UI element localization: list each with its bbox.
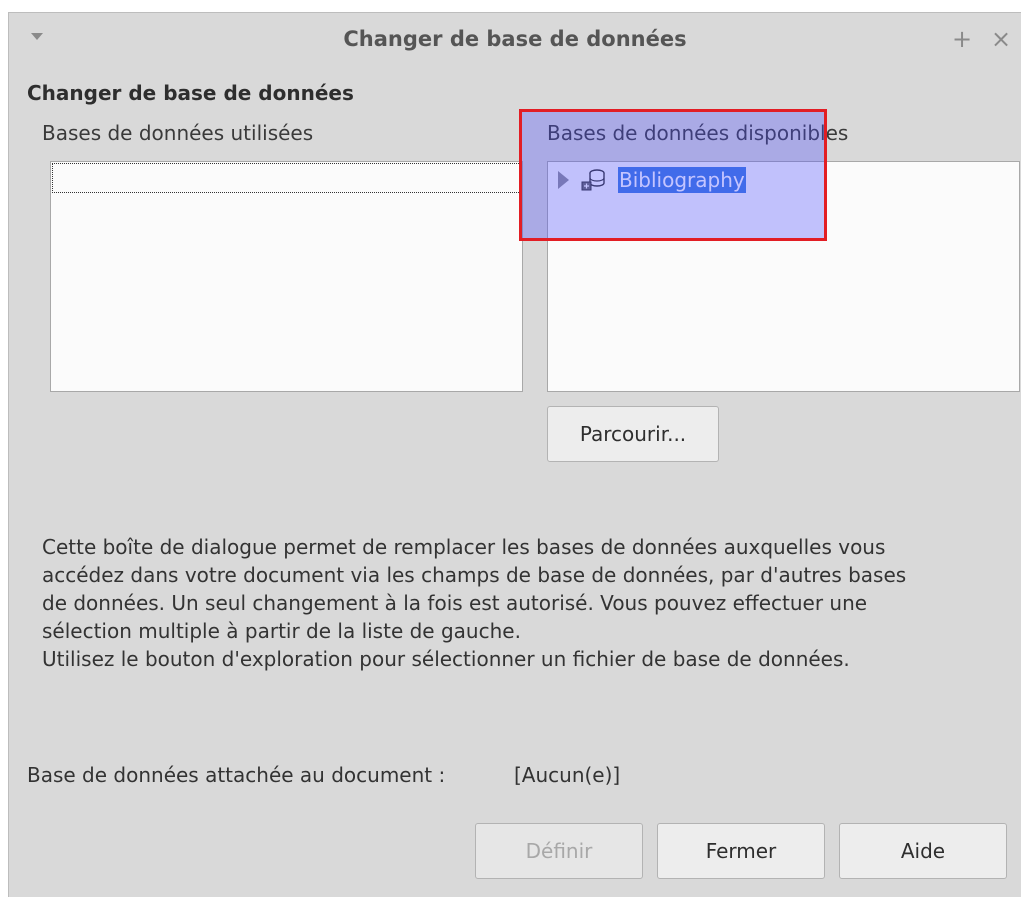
change-database-dialog: Changer de base de données + × Changer d…	[8, 12, 1021, 897]
used-databases-list[interactable]	[50, 161, 523, 392]
browse-button[interactable]: Parcourir...	[547, 406, 719, 462]
section-heading: Changer de base de données	[27, 81, 354, 105]
attached-database-value: [Aucun(e)]	[514, 763, 621, 787]
description-line: Cette boîte de dialogue permet de rempla…	[42, 535, 886, 559]
description-line: accédez dans votre document via les cham…	[42, 563, 907, 587]
title-bar: Changer de base de données + ×	[9, 13, 1021, 69]
description-line: sélection multiple à partir de la liste …	[42, 619, 521, 643]
used-databases-label: Bases de données utilisées	[42, 121, 314, 145]
focused-row[interactable]	[52, 163, 521, 193]
window-title: Changer de base de données	[343, 27, 687, 51]
maximize-icon[interactable]: +	[952, 24, 972, 54]
dialog-description: Cette boîte de dialogue permet de rempla…	[42, 533, 1012, 673]
close-button[interactable]: Fermer	[657, 823, 825, 879]
define-button[interactable]: Définir	[475, 823, 643, 879]
attached-database-label: Base de données attachée au document :	[27, 763, 446, 787]
highlight-overlay	[519, 109, 827, 241]
description-line: Utilisez le bouton d'exploration pour sé…	[42, 647, 850, 671]
description-line: de données. Un seul changement à la fois…	[42, 591, 868, 615]
close-icon[interactable]: ×	[991, 24, 1011, 54]
help-button[interactable]: Aide	[839, 823, 1007, 879]
